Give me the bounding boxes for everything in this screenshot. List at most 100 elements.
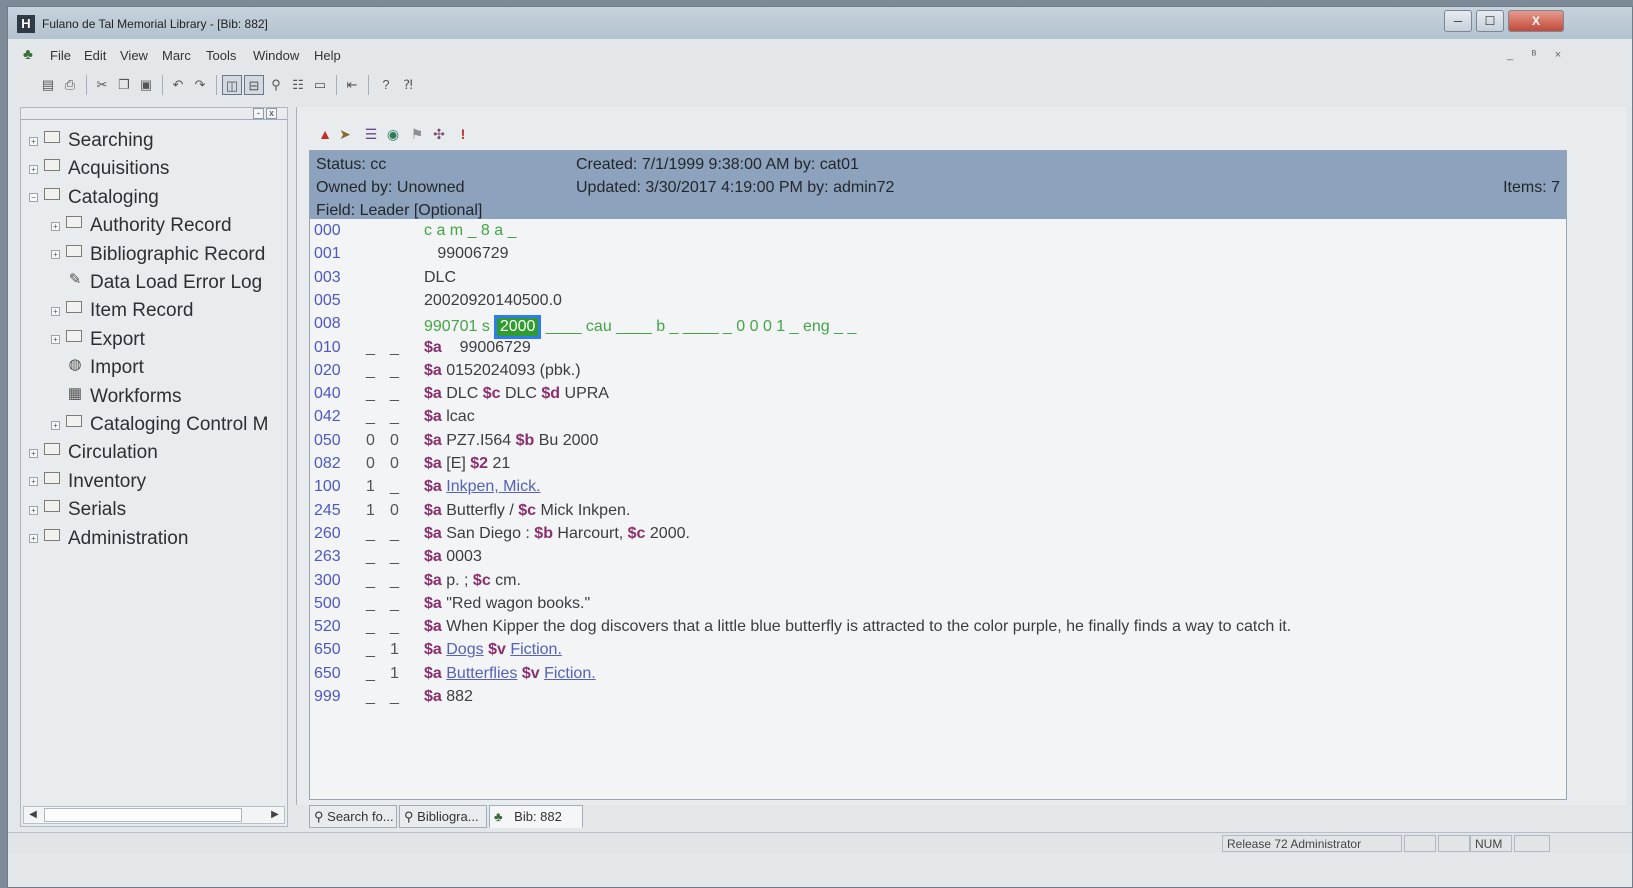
marc-field-row[interactable]: 650 _ 1 $a Dogs $v Fiction.: [310, 641, 1566, 664]
tree-item-administration[interactable]: + Administration: [29, 526, 188, 552]
marc-field-row[interactable]: 300 _ _ $a p. ; $c cm.: [310, 572, 1566, 595]
tree-expander-icon[interactable]: +: [51, 306, 60, 316]
field-content[interactable]: $a 0152024093 (pbk.): [424, 362, 581, 380]
indicator-1[interactable]: _: [366, 618, 375, 636]
menu-view[interactable]: View: [120, 48, 148, 63]
field-content[interactable]: $a Dogs $v Fiction.: [424, 641, 562, 659]
close-icon[interactable]: X: [1508, 10, 1564, 32]
authority-icon[interactable]: ✣: [430, 124, 448, 144]
field-tag[interactable]: 100: [314, 478, 341, 496]
indicator-1[interactable]: _: [366, 641, 375, 659]
field-tag[interactable]: 000: [314, 222, 341, 240]
search-icon[interactable]: ⚲: [266, 75, 286, 95]
marc-field-row[interactable]: 263 _ _ $a 0003: [310, 548, 1566, 571]
field-tag[interactable]: 005: [314, 292, 341, 310]
field-tag[interactable]: 001: [314, 245, 341, 263]
tree-item-export[interactable]: + Export: [51, 327, 145, 353]
indicator-2[interactable]: _: [390, 478, 399, 496]
authority-link[interactable]: Dogs: [446, 641, 483, 658]
marc-editor[interactable]: Status: cc Owned by: Unowned Field: Lead…: [309, 150, 1567, 800]
link-icon[interactable]: ◉: [384, 124, 402, 144]
marc-field-row[interactable]: 050 0 0 $a PZ7.I564 $b Bu 2000: [310, 432, 1566, 455]
indicator-2[interactable]: _: [390, 339, 399, 357]
indicator-1[interactable]: _: [366, 572, 375, 590]
pane-close-button[interactable]: x: [266, 108, 277, 119]
print-icon[interactable]: ⎙: [60, 75, 80, 95]
field-tag[interactable]: 042: [314, 408, 341, 426]
field-tag[interactable]: 520: [314, 618, 341, 636]
authority-link[interactable]: Butterflies: [446, 665, 517, 682]
field-content[interactable]: 990701 s 2000 ____ cau ____ b _ ____ _ 0 …: [424, 315, 856, 340]
bookmark-icon[interactable]: ⚑: [408, 124, 426, 144]
tree-item-serials[interactable]: + Serials: [29, 497, 126, 523]
indicator-2[interactable]: 0: [390, 502, 399, 520]
marc-field-row[interactable]: 040 _ _ $a DLC $c DLC $d UPRA: [310, 385, 1566, 408]
tree-item-circulation[interactable]: + Circulation: [29, 440, 158, 466]
indicator-2[interactable]: _: [390, 572, 399, 590]
warning-icon[interactable]: ▲: [316, 124, 334, 144]
field-tag[interactable]: 008: [314, 315, 341, 333]
tree-expander-icon[interactable]: +: [29, 164, 38, 174]
field-content[interactable]: $a 0003: [424, 548, 482, 566]
tile-icon[interactable]: ◫: [222, 75, 242, 95]
menu-file[interactable]: File: [50, 48, 71, 63]
tab-search[interactable]: ⚲ Search fo...: [309, 805, 397, 828]
tree-item-authority-record[interactable]: + Authority Record: [51, 213, 232, 239]
indicator-1[interactable]: _: [366, 548, 375, 566]
selected-value-input[interactable]: 2000: [493, 315, 542, 340]
marc-field-row[interactable]: 042 _ _ $a lcac: [310, 408, 1566, 431]
marc-field-row[interactable]: 100 1 _ $a Inkpen, Mick.: [310, 478, 1566, 501]
field-tag[interactable]: 263: [314, 548, 341, 566]
indicator-2[interactable]: 0: [390, 432, 399, 450]
tree-item-cataloging-control-m[interactable]: + Cataloging Control M: [51, 412, 268, 438]
form-icon[interactable]: ▭: [310, 75, 330, 95]
marc-field-row[interactable]: 020 _ _ $a 0152024093 (pbk.): [310, 362, 1566, 385]
field-content[interactable]: $a Butterflies $v Fiction.: [424, 665, 596, 683]
tree-item-item-record[interactable]: + Item Record: [51, 298, 193, 324]
tree-expander-icon[interactable]: +: [29, 448, 38, 458]
mdi-minimize-icon[interactable]: _: [1500, 47, 1520, 65]
scroll-left-icon[interactable]: ◀: [24, 807, 42, 823]
scroll-right-icon[interactable]: ▶: [266, 807, 284, 823]
tree-expander-icon[interactable]: +: [51, 420, 60, 430]
list-icon[interactable]: ☰: [362, 124, 380, 144]
alert-icon[interactable]: !: [454, 124, 472, 144]
indicator-2[interactable]: _: [390, 548, 399, 566]
field-tag[interactable]: 003: [314, 269, 341, 287]
indicator-2[interactable]: 1: [390, 641, 399, 659]
field-content[interactable]: 99006729: [424, 245, 508, 263]
paste-icon[interactable]: ▣: [136, 75, 156, 95]
mdi-close-icon[interactable]: ×: [1548, 47, 1568, 65]
tree-item-import[interactable]: ◍ Import: [51, 355, 143, 381]
marc-field-row[interactable]: 999 _ _ $a 882: [310, 688, 1566, 711]
field-content[interactable]: $a San Diego : $b Harcourt, $c 2000.: [424, 525, 690, 543]
field-tag[interactable]: 300: [314, 572, 341, 590]
tree-item-workforms[interactable]: ▦ Workforms: [51, 384, 182, 410]
tree-item-acquisitions[interactable]: + Acquisitions: [29, 156, 169, 182]
field-content[interactable]: c a m _ 8 a _: [424, 222, 517, 240]
tree-expander-icon[interactable]: +: [29, 477, 38, 487]
field-tag[interactable]: 050: [314, 432, 341, 450]
tree-expander-icon[interactable]: +: [51, 221, 60, 231]
field-tag[interactable]: 260: [314, 525, 341, 543]
cascade-icon[interactable]: ⊟: [244, 75, 264, 95]
field-tag[interactable]: 500: [314, 595, 341, 613]
indicator-2[interactable]: 1: [390, 665, 399, 683]
marc-field-row[interactable]: 003 DLC: [310, 269, 1566, 292]
indicator-2[interactable]: 0: [390, 455, 399, 473]
field-content[interactable]: $a "Red wagon books.": [424, 595, 590, 613]
pane-collapse-button[interactable]: -: [253, 108, 264, 119]
field-tag[interactable]: 010: [314, 339, 341, 357]
indicator-2[interactable]: _: [390, 362, 399, 380]
field-tag[interactable]: 650: [314, 665, 341, 683]
menu-tools[interactable]: Tools: [206, 48, 236, 63]
scroll-thumb[interactable]: [44, 808, 242, 822]
indicator-1[interactable]: _: [366, 385, 375, 403]
tree-item-bibliographic-record[interactable]: + Bibliographic Record: [51, 242, 265, 268]
marc-field-row[interactable]: 500 _ _ $a "Red wagon books.": [310, 595, 1566, 618]
tree-expander-icon[interactable]: +: [29, 534, 38, 544]
field-content[interactable]: DLC: [424, 269, 456, 287]
menu-edit[interactable]: Edit: [84, 48, 106, 63]
tree-expander-icon[interactable]: +: [51, 250, 60, 260]
indicator-2[interactable]: _: [390, 595, 399, 613]
